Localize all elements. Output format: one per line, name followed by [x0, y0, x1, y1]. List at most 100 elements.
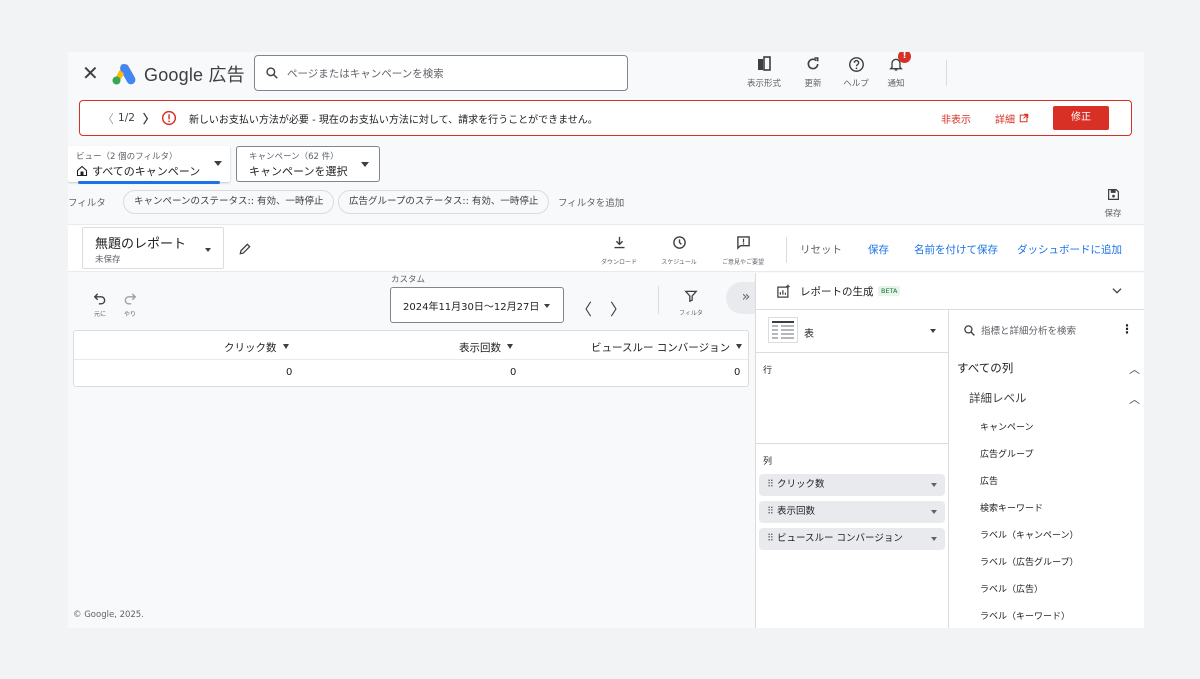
- report-title-selector[interactable]: 無題のレポート 未保存: [82, 227, 224, 269]
- chevron-left-icon[interactable]: 〈: [102, 110, 114, 127]
- refresh-label: 更新: [804, 79, 822, 89]
- save-report-button[interactable]: 保存: [868, 242, 889, 257]
- table-icon: [768, 317, 798, 343]
- filter-chip-campaign-status[interactable]: キャンペーンのステータス:: 有効、一時停止: [123, 190, 335, 214]
- more-options-icon[interactable]: ⋮: [1121, 322, 1133, 336]
- help-icon: [848, 56, 864, 72]
- date-range-picker[interactable]: 2024年11月30日〜12月27日: [390, 287, 564, 323]
- column-chip-view-through-conversions[interactable]: ⠿ ビュースルー コンバージョン: [759, 528, 945, 550]
- details-link[interactable]: 詳細: [995, 111, 1029, 126]
- campaign-selector-caption: キャンペーン（62 件）: [249, 152, 339, 162]
- reset-button[interactable]: リセット: [800, 242, 842, 257]
- alert-pager-count: 1/2: [118, 112, 135, 124]
- fix-button[interactable]: 修正: [1053, 106, 1109, 130]
- copyright: © Google, 2025.: [73, 610, 144, 620]
- report-dropdown-icon: [205, 248, 211, 252]
- dimension-label-ad-group[interactable]: ラベル（広告グループ）: [980, 555, 1078, 568]
- filter-label: フィルタ: [68, 198, 106, 209]
- search-placeholder: ページまたはキャンペーンを検索: [287, 67, 444, 80]
- rows-drop-zone[interactable]: 行: [756, 352, 949, 444]
- chevron-up-icon[interactable]: ︿: [1129, 391, 1140, 407]
- column-chip-clicks[interactable]: ⠿ クリック数: [759, 474, 945, 496]
- filter-chip-adgroup-status[interactable]: 広告グループのステータス:: 有効、一時停止: [338, 190, 550, 214]
- app-name: Google 広告: [144, 65, 245, 85]
- fields-search-placeholder: 指標と詳細分析を検索: [981, 326, 1077, 337]
- column-header-clicks[interactable]: クリック数: [224, 340, 289, 355]
- details-label: 詳細: [995, 114, 1015, 126]
- visualization-type-label: 表: [804, 329, 814, 340]
- drag-handle-icon: ⠿: [767, 533, 777, 544]
- google-ads-logo[interactable]: Google 広告: [112, 62, 245, 86]
- edit-title-button[interactable]: [238, 241, 252, 260]
- download-label: ダウンロード: [600, 259, 637, 266]
- cell-view-through-conversions: 0: [734, 367, 741, 378]
- table-row-divider: [74, 359, 748, 360]
- redo-button[interactable]: やり: [120, 290, 140, 318]
- filter-button[interactable]: フィルタ: [673, 288, 709, 317]
- column-header-label: 表示回数: [459, 342, 501, 354]
- insights-icon: [777, 284, 790, 298]
- feedback-button[interactable]: ご意見やご要望: [718, 235, 768, 266]
- campaign-selector[interactable]: キャンペーン（62 件） キャンペーンを選択: [236, 146, 380, 182]
- sort-caret-icon: [736, 344, 743, 349]
- undo-button[interactable]: 元に: [90, 290, 110, 318]
- redo-label: やり: [123, 311, 136, 318]
- dismiss-link[interactable]: 非表示: [941, 111, 971, 126]
- next-period-button[interactable]: 〉: [610, 296, 626, 320]
- report-builder-title: レポートの生成: [800, 286, 874, 298]
- dimension-ad-group[interactable]: 広告グループ: [980, 447, 1033, 460]
- view-selector-underline: [78, 181, 220, 184]
- notification-badge: !: [898, 52, 911, 63]
- view-selector-caption: ビュー（2 個のフィルタ）: [76, 152, 178, 162]
- search-icon: [266, 67, 278, 79]
- chevron-up-icon[interactable]: ︿: [1129, 361, 1140, 377]
- undo-icon: [93, 293, 106, 305]
- save-view-button[interactable]: 保存: [1098, 186, 1128, 219]
- dimension-search-keyword[interactable]: 検索キーワード: [980, 501, 1043, 514]
- drag-handle-icon: ⠿: [767, 479, 777, 490]
- feedback-label: ご意見やご要望: [721, 259, 764, 266]
- save-view-label: 保存: [1104, 209, 1122, 219]
- previous-period-button[interactable]: 〈: [576, 296, 592, 320]
- refresh-button[interactable]: 更新: [789, 54, 837, 89]
- schedule-label: スケジュール: [661, 259, 697, 266]
- schedule-button[interactable]: スケジュール: [654, 235, 704, 266]
- close-icon[interactable]: ✕: [82, 62, 99, 84]
- add-to-dashboard-button[interactable]: ダッシュボードに追加: [1017, 242, 1122, 257]
- column-chip-impressions[interactable]: ⠿ 表示回数: [759, 501, 945, 523]
- dimension-label-campaign[interactable]: ラベル（キャンペーン）: [980, 528, 1079, 541]
- dimension-campaign[interactable]: キャンペーン: [980, 420, 1034, 433]
- download-button[interactable]: ダウンロード: [594, 235, 644, 266]
- dimension-label-ad[interactable]: ラベル（広告）: [980, 582, 1043, 595]
- column-chip-label: ビュースルー コンバージョン: [776, 533, 903, 544]
- redo-icon: [124, 293, 137, 305]
- report-builder-header[interactable]: レポートの生成 BETA: [756, 273, 1144, 310]
- column-header-impressions[interactable]: 表示回数: [459, 340, 513, 355]
- chevron-right-icon[interactable]: 〉: [143, 110, 155, 127]
- view-dropdown-icon: [214, 161, 222, 166]
- view-selector[interactable]: ビュー（2 個のフィルタ） すべてのキャンペーン: [68, 146, 230, 184]
- drag-handle-icon: ⠿: [767, 506, 777, 517]
- sort-caret-icon: [282, 344, 289, 349]
- appearance-button[interactable]: 表示形式: [740, 54, 788, 89]
- dimension-label-keyword[interactable]: ラベル（キーワード）: [980, 609, 1070, 622]
- chevron-down-icon[interactable]: [1110, 284, 1124, 298]
- filter-icon: [684, 290, 698, 303]
- alert-pager: 〈 1/2 〉: [102, 110, 177, 127]
- appearance-icon: [758, 56, 771, 71]
- add-filter-button[interactable]: フィルタを追加: [558, 195, 624, 209]
- filter-button-label: フィルタ: [679, 310, 703, 317]
- detail-level-toggle[interactable]: 詳細レベル: [969, 390, 1027, 406]
- date-range-value: 2024年11月30日〜12月27日: [403, 302, 540, 313]
- notifications-button[interactable]: ! 通知: [872, 52, 920, 89]
- report-status: 未保存: [95, 255, 121, 265]
- save-as-button[interactable]: 名前を付けて保存: [914, 242, 998, 257]
- dimension-ad[interactable]: 広告: [980, 474, 998, 487]
- fields-search-input[interactable]: 指標と詳細分析を検索: [963, 323, 1076, 337]
- appearance-label: 表示形式: [746, 79, 781, 89]
- visualization-type-selector[interactable]: 表: [768, 317, 940, 345]
- search-input[interactable]: ページまたはキャンペーンを検索: [254, 55, 628, 91]
- report-title: 無題のレポート: [95, 237, 187, 252]
- all-columns-toggle[interactable]: すべての列: [957, 360, 1013, 376]
- column-header-view-through-conversions[interactable]: ビュースルー コンバージョン: [591, 340, 743, 355]
